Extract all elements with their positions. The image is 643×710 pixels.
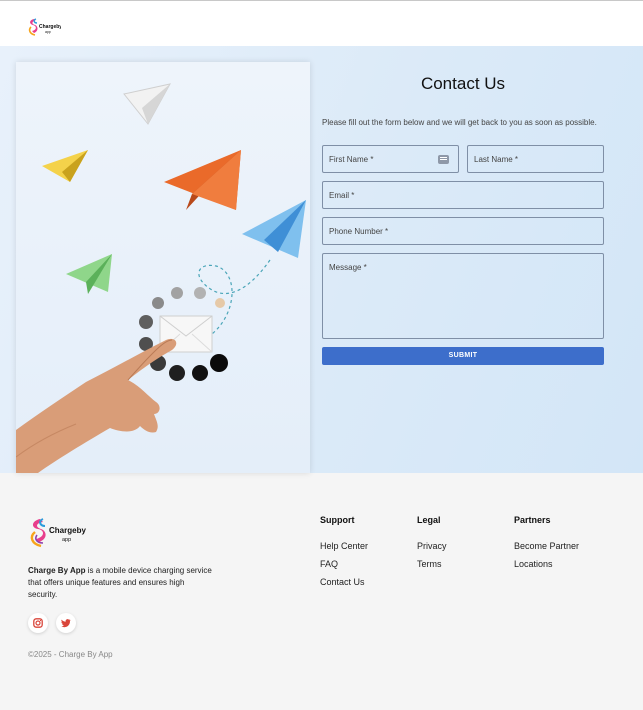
footer-link-privacy[interactable]: Privacy bbox=[417, 541, 447, 551]
phone-label: Phone Number * bbox=[329, 227, 389, 236]
paper-plane-orange-icon bbox=[164, 150, 241, 210]
message-field[interactable]: Message * bbox=[322, 253, 604, 339]
footer-link-locations[interactable]: Locations bbox=[514, 559, 553, 569]
chargeby-logo-icon: Chargeby app bbox=[28, 18, 62, 36]
form-subtitle: Please fill out the form below and we wi… bbox=[322, 118, 597, 127]
twitter-button[interactable] bbox=[56, 613, 76, 633]
paper-plane-blue-icon bbox=[242, 200, 306, 258]
footer-logo[interactable]: Chargeby app bbox=[28, 517, 90, 550]
paper-plane-yellow-icon bbox=[42, 150, 88, 182]
copyright: ©2025 - Charge By App bbox=[28, 650, 113, 659]
svg-text:app: app bbox=[45, 30, 51, 34]
partners-heading: Partners bbox=[514, 515, 551, 525]
footer-link-become-partner[interactable]: Become Partner bbox=[514, 541, 579, 551]
contact-illustration bbox=[16, 62, 310, 473]
submit-button[interactable]: SUBMIT bbox=[322, 347, 604, 365]
page-title: Contact Us bbox=[420, 74, 506, 93]
header: Chargeby app bbox=[0, 1, 643, 46]
support-heading: Support bbox=[320, 515, 355, 525]
last-name-field[interactable]: Last Name * bbox=[467, 145, 604, 173]
email-field[interactable]: Email * bbox=[322, 181, 604, 209]
legal-heading: Legal bbox=[417, 515, 441, 525]
first-name-field[interactable]: First Name * bbox=[322, 145, 459, 173]
brand-name: Charge By App bbox=[28, 566, 86, 575]
footer-link-contact-us[interactable]: Contact Us bbox=[320, 577, 365, 587]
phone-field[interactable]: Phone Number * bbox=[322, 217, 604, 245]
header-logo[interactable]: Chargeby app bbox=[27, 17, 62, 39]
instagram-button[interactable] bbox=[28, 613, 48, 633]
autofill-icon[interactable] bbox=[438, 155, 449, 164]
footer-link-faq[interactable]: FAQ bbox=[320, 559, 338, 569]
paper-plane-white-icon bbox=[123, 83, 171, 125]
footer-description: Charge By App is a mobile device chargin… bbox=[28, 565, 213, 601]
footer-link-help-center[interactable]: Help Center bbox=[320, 541, 368, 551]
pointing-hand-image bbox=[16, 338, 177, 473]
first-name-label: First Name * bbox=[329, 155, 374, 164]
last-name-label: Last Name * bbox=[474, 155, 519, 164]
email-label: Email * bbox=[329, 191, 355, 200]
paper-plane-green-icon bbox=[66, 254, 112, 294]
instagram-icon bbox=[33, 618, 43, 628]
footer-link-terms[interactable]: Terms bbox=[417, 559, 442, 569]
twitter-icon bbox=[61, 619, 71, 628]
svg-text:app: app bbox=[62, 537, 71, 543]
svg-text:Chargeby: Chargeby bbox=[49, 526, 86, 535]
message-label: Message * bbox=[329, 263, 367, 272]
chargeby-logo-icon: Chargeby app bbox=[30, 518, 86, 548]
